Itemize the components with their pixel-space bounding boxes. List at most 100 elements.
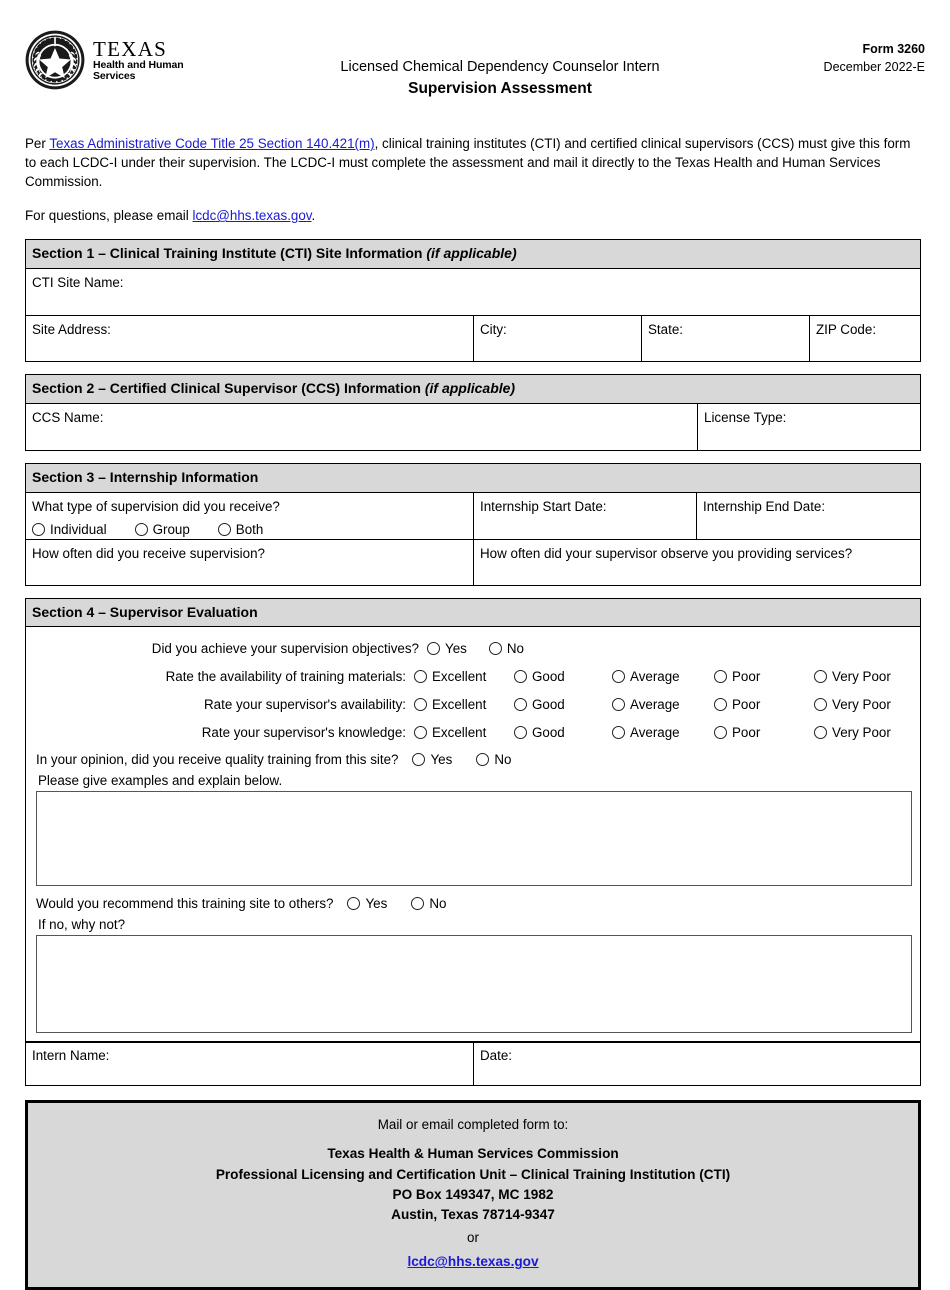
recommend-option-yes[interactable]: Yes xyxy=(347,896,387,911)
radio-availability-average-icon[interactable] xyxy=(612,697,625,711)
state-label: State: xyxy=(648,321,683,337)
recommend-option-yes-label: Yes xyxy=(365,896,388,912)
supervision-type-options: Individual Group Both xyxy=(32,521,467,539)
radio-recommend-yes-icon[interactable] xyxy=(347,897,361,911)
rating-availability-row: Rate your supervisor's availability: Exc… xyxy=(32,690,914,718)
quality-option-no[interactable]: No xyxy=(476,752,511,767)
internship-end-date-label: Internship End Date: xyxy=(703,498,826,514)
rating-availability-excellent[interactable]: Excellent xyxy=(414,697,514,712)
radio-availability-good-icon[interactable] xyxy=(514,697,527,711)
radio-objectives-no-icon[interactable] xyxy=(488,641,502,655)
intro-p2-suffix: . xyxy=(311,208,316,224)
recommend-option-no[interactable]: No xyxy=(411,896,446,911)
radio-knowledge-poor-icon[interactable] xyxy=(714,725,727,739)
rating-knowledge-label: Rate your supervisor's knowledge: xyxy=(201,724,406,740)
rating-knowledge-average[interactable]: Average xyxy=(612,725,714,740)
radio-knowledge-average-icon[interactable] xyxy=(612,725,625,739)
radio-individual-icon[interactable] xyxy=(32,523,45,537)
rating-availability-good-label: Good xyxy=(532,696,565,712)
rating-availability-average[interactable]: Average xyxy=(612,697,714,712)
radio-materials-poor-icon[interactable] xyxy=(714,669,727,683)
radio-materials-good-icon[interactable] xyxy=(514,669,527,683)
radio-recommend-no-icon[interactable] xyxy=(411,897,425,911)
rating-knowledge-row: Rate your supervisor's knowledge: Excell… xyxy=(32,718,914,746)
rating-knowledge-good[interactable]: Good xyxy=(514,725,612,740)
rating-materials-excellent[interactable]: Excellent xyxy=(414,669,514,684)
internship-start-date-field[interactable]: Internship Start Date: xyxy=(473,492,696,539)
rating-availability-average-label: Average xyxy=(630,696,680,712)
section-4-heading: Section 4 – Supervisor Evaluation xyxy=(25,597,921,628)
quality-option-yes[interactable]: Yes xyxy=(412,752,452,767)
cti-site-name-field[interactable]: CTI Site Name: xyxy=(26,269,918,315)
radio-quality-no-icon[interactable] xyxy=(476,753,490,767)
footer-email-wrap: lcdc@hhs.texas.gov xyxy=(38,1250,908,1273)
form-revision-date: December 2022-E xyxy=(823,60,925,75)
rating-materials-poor[interactable]: Poor xyxy=(714,669,814,684)
rating-materials-good[interactable]: Good xyxy=(514,669,612,684)
tac-code-link[interactable]: Texas Administrative Code Title 25 Secti… xyxy=(49,136,374,151)
intern-name-label: Intern Name: xyxy=(32,1048,110,1064)
rating-materials-excellent-label: Excellent xyxy=(432,668,487,684)
radio-knowledge-excellent-icon[interactable] xyxy=(414,725,427,739)
supervision-option-group[interactable]: Group xyxy=(134,521,190,539)
radio-group-icon[interactable] xyxy=(134,523,148,537)
radio-materials-very-poor-icon[interactable] xyxy=(814,669,827,683)
form-subtitle: Licensed Chemical Dependency Counselor I… xyxy=(340,59,660,75)
footer-email-link[interactable]: lcdc@hhs.texas.gov xyxy=(407,1254,538,1269)
radio-objectives-yes-icon[interactable] xyxy=(427,641,440,655)
objectives-option-no[interactable]: No xyxy=(488,641,524,656)
license-type-field[interactable]: License Type: xyxy=(697,403,920,450)
how-often-receive-field[interactable]: How often did you receive supervision? xyxy=(26,540,473,585)
supervision-option-individual[interactable]: Individual xyxy=(32,521,107,539)
rating-knowledge-very-poor[interactable]: Very Poor xyxy=(814,725,914,740)
radio-availability-excellent-icon[interactable] xyxy=(414,697,427,711)
agency-logo: TEXAS Health and Human Services xyxy=(25,30,184,90)
radio-availability-poor-icon[interactable] xyxy=(714,697,727,711)
zip-code-field[interactable]: ZIP Code: xyxy=(809,315,920,361)
rating-knowledge-poor[interactable]: Poor xyxy=(714,725,814,740)
radio-availability-very-poor-icon[interactable] xyxy=(814,697,827,711)
city-label: City: xyxy=(480,321,507,337)
how-often-observe-field[interactable]: How often did your supervisor observe yo… xyxy=(473,539,920,585)
date-field[interactable]: Date: xyxy=(473,1043,920,1086)
contact-email-link[interactable]: lcdc@hhs.texas.gov xyxy=(192,208,311,223)
cti-address-row: Site Address: City: State: ZIP Code: xyxy=(26,314,920,361)
supervision-option-both[interactable]: Both xyxy=(217,521,264,539)
radio-materials-excellent-icon[interactable] xyxy=(414,669,427,683)
supervision-option-both-label: Both xyxy=(235,521,264,537)
form-body: Section 1 – Clinical Training Institute … xyxy=(25,239,921,1087)
examples-textarea[interactable] xyxy=(36,791,912,887)
page-title: Supervision Assessment xyxy=(408,79,592,97)
rating-availability-very-poor[interactable]: Very Poor xyxy=(814,697,914,712)
quality-training-question: In your opinion, did you receive quality… xyxy=(36,752,399,768)
internship-end-date-field[interactable]: Internship End Date: xyxy=(696,492,920,539)
rating-availability-good[interactable]: Good xyxy=(514,697,612,712)
quality-option-no-label: No xyxy=(494,752,512,768)
rating-materials-very-poor[interactable]: Very Poor xyxy=(814,669,914,684)
intern-name-field[interactable]: Intern Name: xyxy=(26,1043,473,1085)
ccs-name-field[interactable]: CCS Name: xyxy=(26,404,697,450)
site-address-field[interactable]: Site Address: xyxy=(26,316,473,361)
cti-site-name-label: CTI Site Name: xyxy=(32,274,124,290)
license-type-label: License Type: xyxy=(704,409,787,425)
intro-paragraph-1: Per Texas Administrative Code Title 25 S… xyxy=(25,134,925,191)
rating-materials-average[interactable]: Average xyxy=(612,669,714,684)
how-often-receive-label: How often did you receive supervision? xyxy=(32,545,265,561)
rating-knowledge-good-label: Good xyxy=(532,724,565,740)
radio-knowledge-very-poor-icon[interactable] xyxy=(814,725,827,739)
internship-start-date-label: Internship Start Date: xyxy=(480,498,607,514)
radio-knowledge-good-icon[interactable] xyxy=(514,725,527,739)
radio-materials-average-icon[interactable] xyxy=(612,669,625,683)
objectives-option-yes[interactable]: Yes xyxy=(427,641,467,656)
radio-quality-yes-icon[interactable] xyxy=(412,753,426,767)
rating-availability-poor[interactable]: Poor xyxy=(714,697,814,712)
quality-option-yes-label: Yes xyxy=(430,752,453,768)
city-field[interactable]: City: xyxy=(473,315,641,361)
agency-logo-text: TEXAS Health and Human Services xyxy=(93,37,184,83)
rating-knowledge-excellent[interactable]: Excellent xyxy=(414,725,514,740)
radio-both-icon[interactable] xyxy=(217,523,231,537)
if-no-textarea[interactable] xyxy=(36,935,912,1034)
state-field[interactable]: State: xyxy=(641,315,809,361)
objectives-question-row: Did you achieve your supervision objecti… xyxy=(32,634,914,662)
form-identifier: Form 3260 December 2022-E xyxy=(824,40,925,76)
